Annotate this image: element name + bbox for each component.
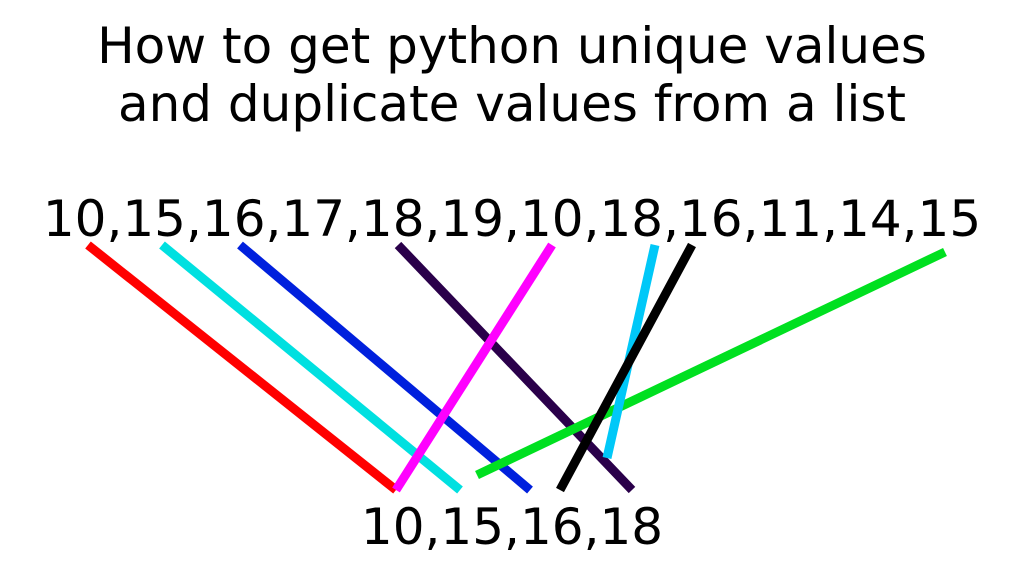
line-16-second (607, 245, 655, 458)
line-10-second (396, 245, 552, 490)
line-18-second (477, 252, 945, 475)
input-list: 10,15,16,17,18,19,10,18,16,11,14,15 (0, 190, 1024, 248)
duplicate-result-text: 10,15,16,18 (361, 498, 663, 556)
input-list-text: 10,15,16,17,18,19,10,18,16,11,14,15 (43, 190, 981, 248)
diagram-title: How to get python unique values and dupl… (0, 18, 1024, 133)
line-18-first (398, 245, 632, 490)
line-15-second (560, 245, 692, 490)
line-10-first (88, 245, 396, 490)
duplicate-result-list: 10,15,16,18 (0, 498, 1024, 556)
title-line-1: How to get python unique values (97, 17, 927, 75)
title-line-2: and duplicate values from a list (118, 75, 906, 133)
line-16-first (240, 245, 530, 490)
line-15-first (162, 245, 460, 490)
